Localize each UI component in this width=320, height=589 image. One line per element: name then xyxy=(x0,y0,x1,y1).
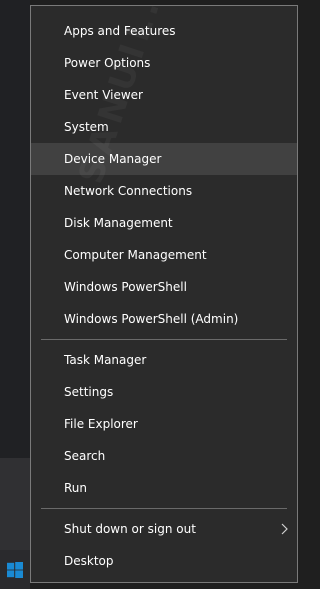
menu-item-device-manager[interactable]: Device Manager xyxy=(31,143,297,175)
menu-item-settings[interactable]: Settings xyxy=(31,376,297,408)
winx-context-menu: Apps and Features Power Options Event Vi… xyxy=(30,0,298,583)
menu-item-network-connections[interactable]: Network Connections xyxy=(31,175,297,207)
menu-item-windows-powershell-admin[interactable]: Windows PowerShell (Admin) xyxy=(31,303,297,335)
menu-item-event-viewer[interactable]: Event Viewer xyxy=(31,79,297,111)
menu-separator xyxy=(31,504,297,513)
desktop-background xyxy=(0,0,30,458)
menu-item-search[interactable]: Search xyxy=(31,440,297,472)
menu-items: Apps and Features Power Options Event Vi… xyxy=(31,15,297,577)
desktop-background-strip xyxy=(0,458,30,550)
windows-logo-icon xyxy=(7,561,23,578)
menu-item-power-options[interactable]: Power Options xyxy=(31,47,297,79)
menu-item-system[interactable]: System xyxy=(31,111,297,143)
menu-item-disk-management[interactable]: Disk Management xyxy=(31,207,297,239)
menu-item-apps-and-features[interactable]: Apps and Features xyxy=(31,15,297,47)
menu-separator xyxy=(31,335,297,344)
menu-item-label: Shut down or sign out xyxy=(64,522,196,536)
menu-item-file-explorer[interactable]: File Explorer xyxy=(31,408,297,440)
menu-item-desktop[interactable]: Desktop xyxy=(31,545,297,577)
menu-item-shut-down-or-sign-out[interactable]: Shut down or sign out xyxy=(31,513,297,545)
chevron-right-icon xyxy=(281,513,288,545)
menu-item-computer-management[interactable]: Computer Management xyxy=(31,239,297,271)
menu-item-run[interactable]: Run xyxy=(31,472,297,504)
menu-item-windows-powershell[interactable]: Windows PowerShell xyxy=(31,271,297,303)
menu-item-task-manager[interactable]: Task Manager xyxy=(31,344,297,376)
start-button[interactable] xyxy=(0,550,30,589)
